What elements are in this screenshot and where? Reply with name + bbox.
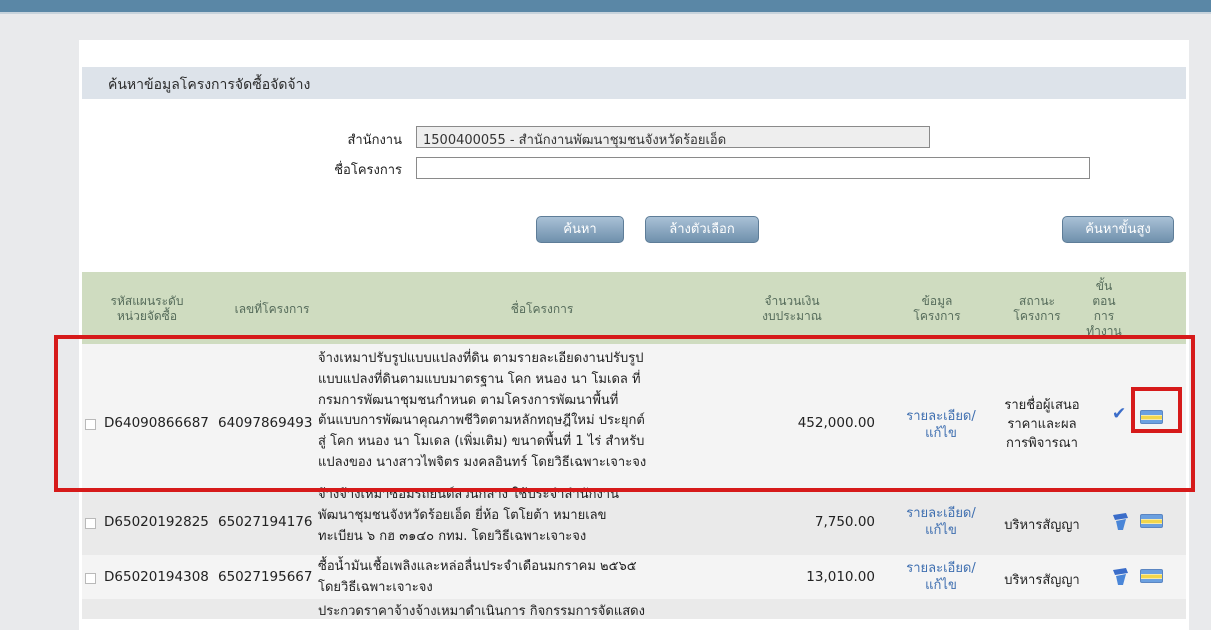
table-row: ประกวดราคาจ้างจ้างเหมาดำเนินการ กิจกรรมก…: [82, 599, 1186, 619]
details-edit-link[interactable]: รายละเอียด/ แก้ไข: [896, 560, 986, 594]
table-row: D65020194308 65027195667 ซื้อน้ำมันเชื้อ…: [82, 555, 1186, 599]
header-plan-code: รหัสแผนระดับ หน่วยจัดซื้อ: [110, 294, 184, 323]
table-row: D65020192825 65027194176 จ้างจ้างเหมาซ่อ…: [82, 487, 1186, 555]
search-button[interactable]: ค้นหา: [536, 216, 624, 243]
highlight-row-box: [54, 335, 1195, 492]
project-number: 65027194176: [218, 514, 313, 530]
budget-amount: 13,010.00: [806, 569, 875, 585]
header-work-step: ขั้น ตอน การ ทำงาน: [1086, 279, 1122, 338]
header-project-info: ข้อมูล โครงการ: [913, 294, 961, 323]
plan-code: D65020194308: [104, 569, 209, 585]
notes-icon[interactable]: [1140, 514, 1163, 528]
results-table-header: รหัสแผนระดับ หน่วยจัดซื้อ เลขที่โครงการ …: [82, 272, 1186, 344]
header-project-name: ชื่อโครงการ: [510, 302, 574, 316]
office-label: สำนักงาน: [347, 133, 402, 148]
details-edit-link[interactable]: รายละเอียด/ แก้ไข: [896, 505, 986, 539]
project-name-input[interactable]: [416, 157, 1090, 179]
highlight-icon-box: [1131, 387, 1182, 433]
header-project-no: เลขที่โครงการ: [234, 302, 310, 316]
office-field[interactable]: 1500400055 - สำนักงานพัฒนาชุมชนจังหวัดร้…: [416, 126, 930, 148]
project-status: บริหารสัญญา: [1004, 573, 1080, 588]
notes-icon[interactable]: [1140, 569, 1163, 583]
project-name: จ้างจ้างเหมาซ่อมรถยนต์ส่วนกลาง ใช้ประจำส…: [318, 487, 619, 544]
header-project-status: สถานะ โครงการ: [1013, 294, 1061, 323]
clear-selection-button[interactable]: ล้างตัวเลือก: [645, 216, 759, 243]
project-name: ประกวดราคาจ้างจ้างเหมาดำเนินการ กิจกรรมก…: [318, 604, 645, 619]
contract-icon[interactable]: [1110, 568, 1130, 586]
plan-code: D65020192825: [104, 514, 209, 530]
top-banner: [0, 0, 1211, 14]
project-name: ซื้อน้ำมันเชื้อเพลิงและหล่อลื่นประจำเดือ…: [318, 559, 637, 595]
advanced-search-button[interactable]: ค้นหาขั้นสูง: [1062, 216, 1174, 243]
contract-icon[interactable]: [1110, 513, 1130, 531]
row-checkbox[interactable]: [85, 573, 96, 584]
project-number: 65027195667: [218, 569, 313, 585]
project-name-label: ชื่อโครงการ: [334, 163, 402, 178]
project-status: บริหารสัญญา: [1004, 518, 1080, 533]
budget-amount: 7,750.00: [814, 514, 875, 530]
search-section-header: ค้นหาข้อมูลโครงการจัดซื้อจัดจ้าง: [82, 67, 1186, 99]
page-title: ค้นหาข้อมูลโครงการจัดซื้อจัดจ้าง: [108, 77, 311, 93]
row-checkbox[interactable]: [85, 518, 96, 529]
header-budget: จำนวนเงิน งบประมาณ: [762, 294, 822, 323]
